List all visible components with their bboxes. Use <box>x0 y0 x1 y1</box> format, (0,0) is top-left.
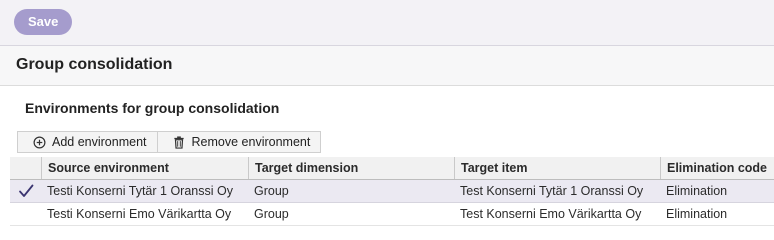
top-toolbar: Save <box>0 0 774 46</box>
table-header: Source environment Target dimension Targ… <box>10 157 774 180</box>
environments-table: Source environment Target dimension Targ… <box>10 157 774 226</box>
add-environment-label: Add environment <box>52 135 147 149</box>
environment-toolbar: Add environment Remove environment <box>17 131 322 153</box>
column-header-source[interactable]: Source environment <box>41 157 248 179</box>
remove-environment-button[interactable]: Remove environment <box>156 132 321 152</box>
save-button[interactable]: Save <box>14 9 73 35</box>
table-row[interactable]: Testi Konserni Emo Värikartta Oy Group T… <box>10 203 774 226</box>
select-column-header[interactable] <box>10 157 41 179</box>
column-header-dimension[interactable]: Target dimension <box>248 157 454 179</box>
add-circle-icon <box>32 135 46 149</box>
section-header: Group consolidation <box>0 46 774 86</box>
cell-item: Test Konserni Tytär 1 Oranssi Oy <box>460 184 644 198</box>
remove-environment-label: Remove environment <box>191 135 311 149</box>
cell-source: Testi Konserni Tytär 1 Oranssi Oy <box>47 184 233 198</box>
cell-dimension: Group <box>254 184 289 198</box>
cell-item: Test Konserni Emo Värikartta Oy <box>460 207 642 221</box>
cell-dimension: Group <box>254 207 289 221</box>
page-title: Group consolidation <box>16 56 173 73</box>
checkmark-icon <box>18 184 33 197</box>
row-select-cell[interactable] <box>10 180 41 202</box>
trash-icon <box>172 135 186 149</box>
cell-elimination: Elimination <box>666 207 728 221</box>
add-environment-button[interactable]: Add environment <box>18 132 157 152</box>
column-header-item[interactable]: Target item <box>454 157 660 179</box>
cell-source: Testi Konserni Emo Värikartta Oy <box>47 207 232 221</box>
cell-elimination: Elimination <box>666 184 728 198</box>
table-row[interactable]: Testi Konserni Tytär 1 Oranssi Oy Group … <box>10 180 774 203</box>
row-select-cell[interactable] <box>10 203 41 225</box>
column-header-elimination[interactable]: Elimination code <box>660 157 774 179</box>
environments-subtitle: Environments for group consolidation <box>25 100 280 116</box>
